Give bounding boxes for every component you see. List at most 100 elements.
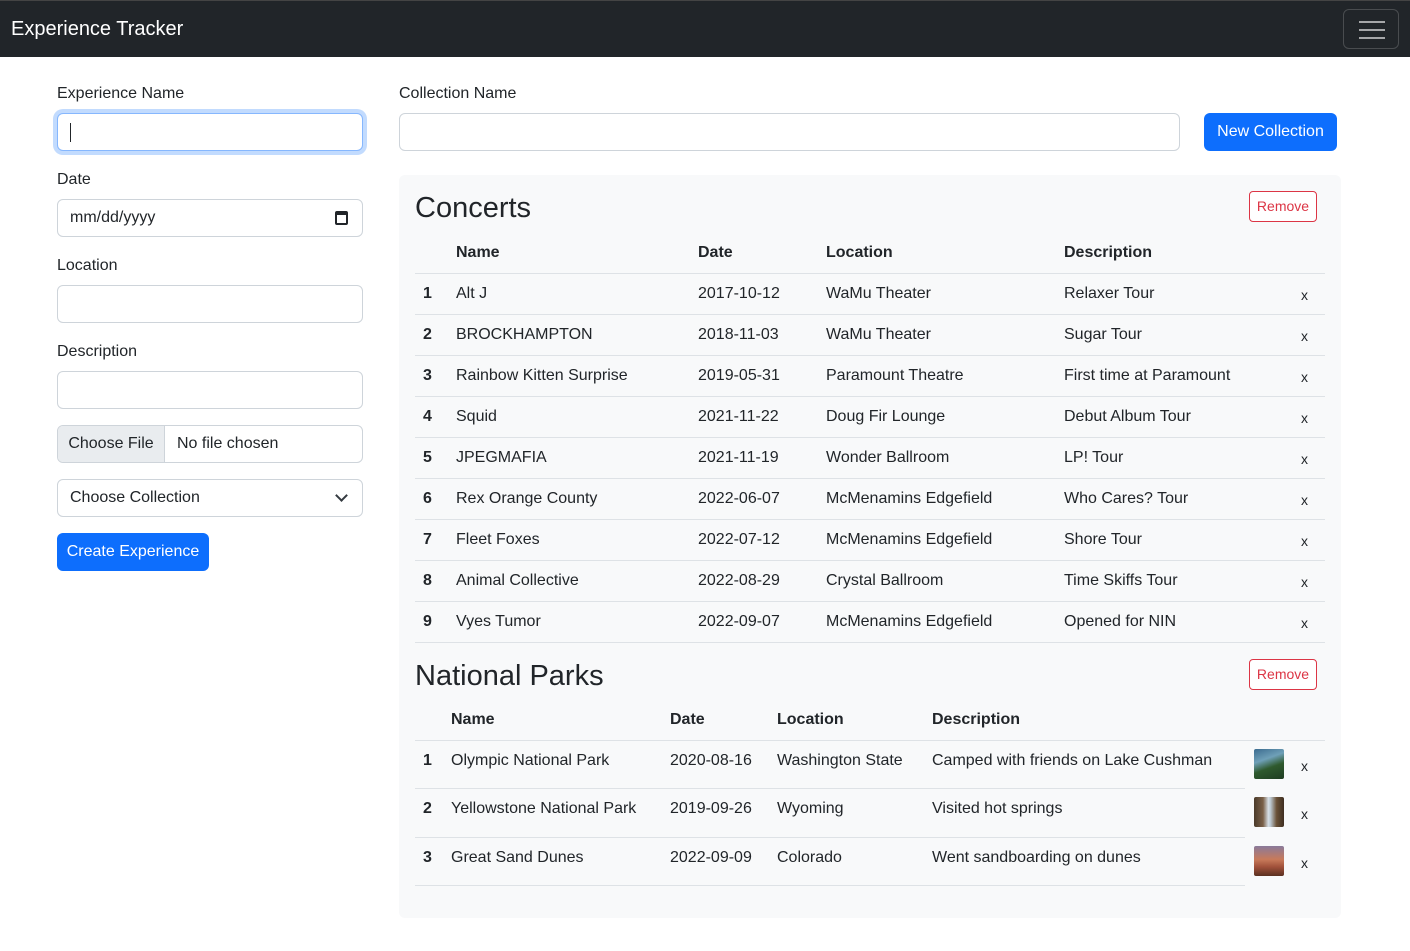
experience-name-input[interactable] bbox=[57, 113, 363, 151]
collection-name-label: Collection Name bbox=[399, 85, 517, 102]
description-label: Description bbox=[57, 343, 138, 360]
experience-name-label: Experience Name bbox=[57, 85, 185, 102]
cell-description: Relaxer Tour bbox=[1064, 285, 1155, 302]
new-collection-button[interactable]: New Collection bbox=[1204, 113, 1337, 151]
cell-num: 3 bbox=[423, 367, 432, 384]
thumbnail-image[interactable] bbox=[1254, 749, 1284, 779]
cell-description: Sugar Tour bbox=[1064, 326, 1142, 343]
cell-location: Crystal Ballroom bbox=[826, 572, 944, 589]
delete-row-button[interactable]: x bbox=[1301, 410, 1308, 426]
delete-row-button[interactable]: x bbox=[1301, 758, 1308, 774]
row-divider bbox=[415, 560, 1325, 561]
cell-name: Olympic National Park bbox=[451, 752, 610, 769]
description-input[interactable] bbox=[57, 371, 363, 409]
delete-row-button[interactable]: x bbox=[1301, 492, 1308, 508]
cell-date: 2017-10-12 bbox=[698, 285, 780, 302]
cell-description: LP! Tour bbox=[1064, 449, 1124, 466]
cell-description: Who Cares? Tour bbox=[1064, 490, 1189, 507]
menu-icon bbox=[1359, 21, 1385, 23]
cell-location: McMenamins Edgefield bbox=[826, 531, 993, 548]
cell-num: 2 bbox=[423, 800, 432, 818]
cell-date: 2022-07-12 bbox=[698, 531, 780, 548]
delete-row-button[interactable]: x bbox=[1301, 369, 1308, 385]
thumbnail-image[interactable] bbox=[1254, 797, 1284, 828]
cell-location: McMenamins Edgefield bbox=[826, 490, 993, 507]
column-header-description: Description bbox=[1064, 244, 1153, 261]
delete-row-button[interactable]: x bbox=[1301, 806, 1308, 822]
cell-description: Opened for NIN bbox=[1064, 613, 1177, 630]
row-divider bbox=[415, 601, 1325, 602]
row-divider bbox=[415, 836, 1245, 838]
cell-description: Camped with friends on Lake Cushman bbox=[932, 752, 1213, 769]
delete-row-button[interactable]: x bbox=[1301, 533, 1308, 549]
cell-name: BROCKHAMPTON bbox=[456, 326, 593, 343]
cell-num: 5 bbox=[423, 449, 432, 466]
cell-num: 1 bbox=[423, 752, 432, 769]
location-input[interactable] bbox=[57, 285, 363, 323]
cell-date: 2022-09-09 bbox=[670, 848, 752, 866]
row-divider bbox=[415, 478, 1325, 479]
cell-date: 2020-08-16 bbox=[670, 752, 752, 769]
cell-description: Shore Tour bbox=[1064, 531, 1142, 548]
location-label: Location bbox=[57, 257, 118, 274]
collection-name-input[interactable] bbox=[399, 113, 1180, 151]
date-label: Date bbox=[57, 171, 91, 188]
delete-row-button[interactable]: x bbox=[1301, 328, 1308, 344]
table-divider bbox=[415, 273, 1325, 274]
delete-row-button[interactable]: x bbox=[1301, 615, 1308, 631]
cell-description: Debut Album Tour bbox=[1064, 408, 1191, 425]
row-divider bbox=[415, 437, 1325, 438]
calendar-icon[interactable] bbox=[335, 211, 348, 225]
delete-row-button[interactable]: x bbox=[1301, 855, 1308, 871]
collection-title-national-parks: National Parks bbox=[415, 660, 604, 692]
cell-location: Paramount Theatre bbox=[826, 367, 964, 384]
choose-file-button[interactable]: Choose File bbox=[58, 426, 165, 462]
cell-description: Went sandboarding on dunes bbox=[932, 848, 1141, 866]
column-header-name: Name bbox=[451, 711, 495, 728]
cell-name: Yellowstone National Park bbox=[451, 800, 637, 818]
cell-description: First time at Paramount bbox=[1064, 367, 1231, 384]
column-header-date: Date bbox=[698, 244, 733, 261]
cell-location: Washington State bbox=[777, 752, 903, 769]
cell-num: 3 bbox=[423, 848, 432, 866]
navbar-brand[interactable]: Experience Tracker bbox=[11, 18, 183, 41]
date-input[interactable]: mm/dd/yyyy bbox=[57, 199, 363, 237]
remove-national-parks-button[interactable]: Remove bbox=[1249, 659, 1317, 690]
table-divider bbox=[415, 740, 1325, 741]
delete-row-button[interactable]: x bbox=[1301, 574, 1308, 590]
text-cursor bbox=[70, 123, 71, 142]
file-input[interactable]: Choose File No file chosen bbox=[57, 425, 363, 463]
cell-num: 4 bbox=[423, 408, 432, 425]
row-divider bbox=[415, 884, 1245, 886]
cell-date: 2022-08-29 bbox=[698, 572, 780, 589]
navbar-toggler-button[interactable] bbox=[1343, 9, 1399, 49]
collection-select-value: Choose Collection bbox=[70, 489, 200, 506]
cell-name: Rainbow Kitten Surprise bbox=[456, 367, 628, 384]
row-divider bbox=[415, 355, 1325, 356]
cell-location: Doug Fir Lounge bbox=[826, 408, 946, 425]
navbar: Experience Tracker bbox=[0, 0, 1410, 57]
column-header-location: Location bbox=[777, 711, 844, 728]
row-divider bbox=[415, 314, 1325, 315]
column-header-date: Date bbox=[670, 711, 705, 728]
cell-location: Wonder Ballroom bbox=[826, 449, 950, 466]
date-placeholder: mm/dd/yyyy bbox=[70, 209, 156, 226]
cell-name: Fleet Foxes bbox=[456, 531, 540, 548]
cell-description: Visited hot springs bbox=[932, 800, 1063, 818]
thumbnail-image[interactable] bbox=[1254, 845, 1284, 876]
row-divider bbox=[415, 396, 1325, 397]
cell-num: 6 bbox=[423, 490, 432, 507]
cell-name: Animal Collective bbox=[456, 572, 579, 589]
remove-concerts-button[interactable]: Remove bbox=[1249, 191, 1317, 222]
cell-name: Great Sand Dunes bbox=[451, 848, 584, 866]
collection-select[interactable]: Choose Collection bbox=[57, 479, 363, 517]
column-header-location: Location bbox=[826, 244, 893, 261]
column-header-name: Name bbox=[456, 244, 500, 261]
cell-name: Alt J bbox=[456, 285, 488, 302]
delete-row-button[interactable]: x bbox=[1301, 451, 1308, 467]
delete-row-button[interactable]: x bbox=[1301, 287, 1308, 303]
cell-num: 7 bbox=[423, 531, 432, 548]
cell-num: 2 bbox=[423, 326, 432, 343]
create-experience-button[interactable]: Create Experience bbox=[57, 533, 209, 571]
cell-date: 2021-11-19 bbox=[698, 449, 779, 466]
